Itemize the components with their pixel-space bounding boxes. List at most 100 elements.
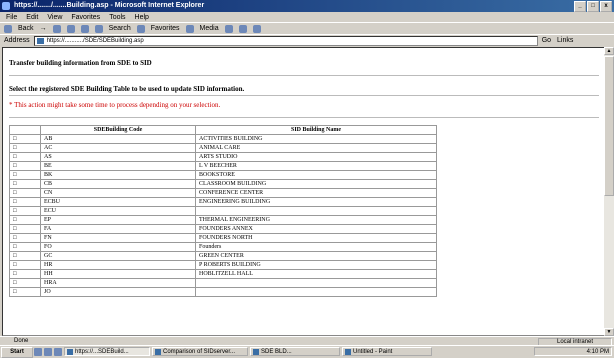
row-checkbox[interactable]: □ (9, 206, 41, 216)
row-checkbox[interactable]: □ (9, 179, 41, 189)
scroll-thumb[interactable] (604, 56, 614, 196)
history-icon[interactable] (224, 24, 233, 33)
warning-text: * This action might take some time to pr… (9, 101, 221, 109)
minimize-button[interactable]: _ (574, 1, 586, 12)
divider (9, 117, 599, 118)
desktop-icon[interactable] (34, 348, 42, 356)
scroll-up-icon[interactable]: ▲ (604, 47, 614, 55)
sid-name-cell (195, 287, 437, 297)
search-icon[interactable] (94, 24, 103, 33)
sde-code-cell: AS (40, 152, 196, 162)
sde-code-cell: HRA (40, 278, 196, 288)
sid-name-cell (195, 206, 437, 216)
sid-name-cell: CLASSROOM BUILDING (195, 179, 437, 189)
row-checkbox[interactable]: □ (9, 188, 41, 198)
select-column-header (9, 125, 41, 135)
folder-task-icon (253, 349, 259, 355)
stop-icon[interactable] (52, 24, 61, 33)
sid-name-cell: FOUNDERS NORTH (195, 233, 437, 243)
sde-code-cell: CB (40, 179, 196, 189)
menu-view[interactable]: View (47, 14, 62, 21)
window-title: https://......./.......Building.asp - Mi… (14, 2, 205, 9)
sid-name-cell: ANIMAL CARE (195, 143, 437, 153)
row-checkbox[interactable]: □ (9, 143, 41, 153)
sid-name-cell: ACTIVITIES BUILDING (195, 134, 437, 144)
taskbar-item-sde[interactable]: SDE BLD... (250, 347, 340, 356)
scroll-down-icon[interactable]: ▼ (604, 328, 614, 336)
table-row: □ HRA (9, 278, 437, 288)
address-input[interactable]: https://.........../SDE/SDEBuilding.asp (33, 35, 538, 46)
title-bar: https://......./.......Building.asp - Mi… (0, 0, 614, 12)
menu-favorites[interactable]: Favorites (71, 14, 100, 21)
back-icon[interactable] (4, 24, 12, 33)
sde-code-cell: GC (40, 251, 196, 261)
search-button[interactable]: Search (109, 25, 131, 32)
taskbar-item-browser[interactable]: https://...SDEBuild... (64, 347, 150, 356)
row-checkbox[interactable]: □ (9, 251, 41, 261)
row-checkbox[interactable]: □ (9, 242, 41, 252)
instruction-text: Select the registered SDE Building Table… (9, 85, 245, 93)
row-checkbox[interactable]: □ (9, 269, 41, 279)
taskbar-item-paint[interactable]: Untitled - Paint (342, 347, 432, 356)
sde-code-cell: AC (40, 143, 196, 153)
row-checkbox[interactable]: □ (9, 215, 41, 225)
divider (9, 75, 599, 76)
row-checkbox[interactable]: □ (9, 233, 41, 243)
row-checkbox[interactable]: □ (9, 197, 41, 207)
sde-code-cell: ECU (40, 206, 196, 216)
row-checkbox[interactable]: □ (9, 224, 41, 234)
media-button[interactable]: Media (200, 25, 219, 32)
system-tray: 4:10 PM (534, 347, 612, 356)
sid-name-cell: ENGINEERING BUILDING (195, 197, 437, 207)
favorites-button[interactable]: Favorites (151, 25, 180, 32)
table-row: □ GC GREEN CENTER (9, 251, 437, 261)
row-checkbox[interactable]: □ (9, 278, 41, 288)
table-header-row: SDEBuilding Code SID Building Name (9, 125, 437, 135)
sde-code-cell: ECBU (40, 197, 196, 207)
row-checkbox[interactable]: □ (9, 170, 41, 180)
row-checkbox[interactable]: □ (9, 287, 41, 297)
table-row: □ AB ACTIVITIES BUILDING (9, 134, 437, 144)
table-row: □ AC ANIMAL CARE (9, 143, 437, 153)
row-checkbox[interactable]: □ (9, 152, 41, 162)
row-checkbox[interactable]: □ (9, 161, 41, 171)
menu-edit[interactable]: Edit (26, 14, 38, 21)
sid-name-cell: CONFERENCE CENTER (195, 188, 437, 198)
row-checkbox[interactable]: □ (9, 260, 41, 270)
media-icon[interactable] (185, 24, 194, 33)
mail-icon[interactable] (238, 24, 247, 33)
links-button[interactable]: Links (557, 37, 573, 44)
favorites-icon[interactable] (136, 24, 145, 33)
home-icon[interactable] (80, 24, 89, 33)
sid-name-cell: ARTS STUDIO (195, 152, 437, 162)
sde-code-cell: BE (40, 161, 196, 171)
sde-code-cell: AB (40, 134, 196, 144)
print-icon[interactable] (252, 24, 261, 33)
menu-tools[interactable]: Tools (109, 14, 125, 21)
go-button[interactable]: Go (542, 37, 551, 44)
page-icon (36, 37, 44, 44)
page-title: Transfer building information from SDE t… (9, 59, 152, 67)
sde-code-cell: FO (40, 242, 196, 252)
sde-code-cell: HH (40, 269, 196, 279)
refresh-icon[interactable] (66, 24, 75, 33)
ie-quicklaunch-icon[interactable] (44, 348, 52, 356)
sid-name-cell: Founders (195, 242, 437, 252)
taskbar: Start https://...SDEBuild... Comparison … (0, 345, 614, 358)
start-button[interactable]: Start (1, 347, 33, 358)
vertical-scrollbar[interactable]: ▲ ▼ (604, 47, 614, 336)
forward-button[interactable]: → (40, 25, 47, 32)
row-checkbox[interactable]: □ (9, 134, 41, 144)
menu-help[interactable]: Help (135, 14, 149, 21)
maximize-button[interactable]: □ (587, 1, 599, 12)
sde-code-cell: BK (40, 170, 196, 180)
menu-file[interactable]: File (6, 14, 17, 21)
quick-launch (34, 348, 62, 356)
close-button[interactable]: x (600, 1, 612, 12)
table-row: □ HR P ROBERTS BUILDING (9, 260, 437, 270)
table-row: □ FN FOUNDERS NORTH (9, 233, 437, 243)
outlook-icon[interactable] (54, 348, 62, 356)
taskbar-item-comparison[interactable]: Comparison of SIDserver... (152, 347, 248, 356)
back-button[interactable]: Back (18, 25, 34, 32)
sid-name-cell: THERMAL ENGINEERING (195, 215, 437, 225)
